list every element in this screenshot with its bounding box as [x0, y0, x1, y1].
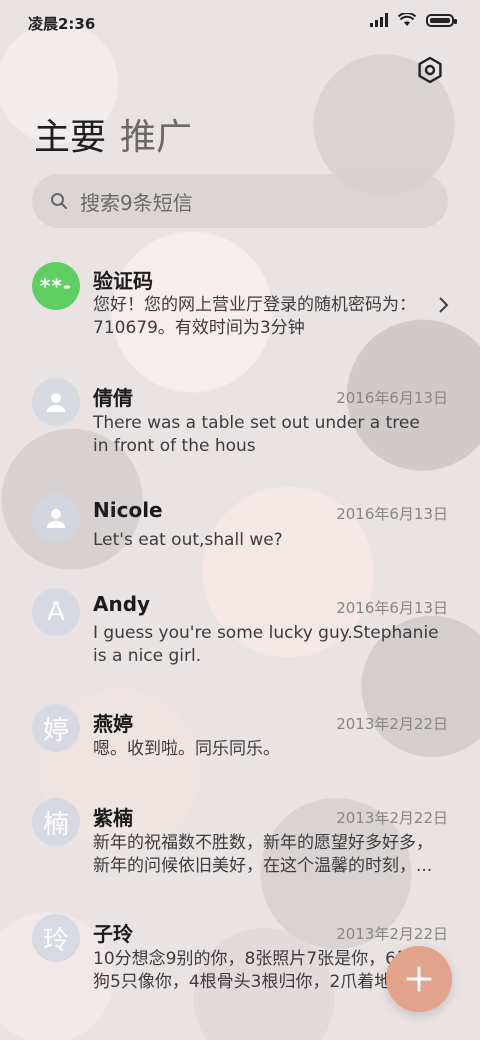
- search-input[interactable]: 搜索9条短信: [32, 174, 448, 228]
- wifi-icon: [398, 13, 416, 26]
- status-bar: 凌晨2:36: [0, 0, 480, 44]
- message-preview: 新年的祝福数不胜数，新年的愿望好多好多，新年的问候依旧美好，在这个温馨的时刻，.…: [93, 833, 433, 876]
- conversation-item[interactable]: 婷 燕婷 2013年2月22日 嗯。收到啦。同乐同乐。: [0, 700, 480, 800]
- contact-name: 验证码: [93, 269, 153, 293]
- message-preview: There was a table set out under a tree i…: [93, 413, 420, 456]
- avatar: 婷: [32, 704, 80, 752]
- person-icon: [47, 509, 65, 528]
- avatar: 楠: [32, 798, 80, 846]
- avatar: A: [32, 588, 80, 636]
- person-icon: [47, 393, 65, 412]
- plus-icon: [406, 966, 432, 992]
- avatar: [32, 378, 80, 426]
- contact-name: Nicole: [93, 498, 163, 522]
- conversation-item[interactable]: 楠 紫楠 2013年2月22日 新年的祝福数不胜数，新年的愿望好多好多，新年的问…: [0, 794, 480, 894]
- message-date: 2013年2月22日: [336, 809, 448, 827]
- contact-name: 子玲: [93, 922, 133, 946]
- new-message-button[interactable]: [386, 946, 452, 1012]
- conversation-item[interactable]: 倩倩 2016年6月13日 There was a table set out …: [0, 372, 480, 472]
- contact-name: Andy: [93, 592, 151, 616]
- chevron-right-icon[interactable]: [438, 296, 450, 314]
- message-date: 2016年6月13日: [336, 599, 448, 617]
- message-preview: Let's eat out,shall we?: [93, 530, 283, 550]
- message-date: 2013年2月22日: [336, 715, 448, 733]
- contact-name: 紫楠: [93, 806, 133, 830]
- settings-icon[interactable]: [416, 56, 444, 84]
- conversation-item[interactable]: A Andy 2016年6月13日 I guess you're some lu…: [0, 584, 480, 684]
- status-time: 凌晨2:36: [28, 15, 96, 33]
- tab-promotion[interactable]: 推广: [120, 108, 192, 160]
- contact-name: 倩倩: [93, 386, 133, 410]
- signal-icon: [370, 13, 388, 27]
- message-preview: I guess you're some lucky guy.Stephanie …: [93, 623, 439, 666]
- avatar: [32, 494, 80, 542]
- message-preview: 您好！您的网上营业厅登录的随机密码为：710679。有效时间为3分钟: [93, 295, 416, 338]
- message-date: 2013年2月22日: [336, 925, 448, 943]
- conversation-item-verification[interactable]: **- 验证码 您好！您的网上营业厅登录的随机密码为：710679。有效时间为3…: [0, 254, 480, 354]
- conversation-item[interactable]: Nicole 2016年6月13日 Let's eat out,shall we…: [0, 490, 480, 590]
- avatar: 玲: [32, 914, 80, 962]
- contact-name: 燕婷: [93, 712, 133, 736]
- tab-bar: 主要 推广: [34, 108, 192, 160]
- tab-main[interactable]: 主要: [34, 108, 106, 160]
- search-placeholder: 搜索9条短信: [80, 190, 193, 215]
- message-preview: 嗯。收到啦。同乐同乐。: [93, 739, 280, 759]
- message-date: 2016年6月13日: [336, 505, 448, 523]
- message-date: 2016年6月13日: [336, 389, 448, 407]
- avatar: **-: [32, 262, 80, 310]
- search-icon: [51, 193, 67, 209]
- battery-icon: [426, 13, 457, 27]
